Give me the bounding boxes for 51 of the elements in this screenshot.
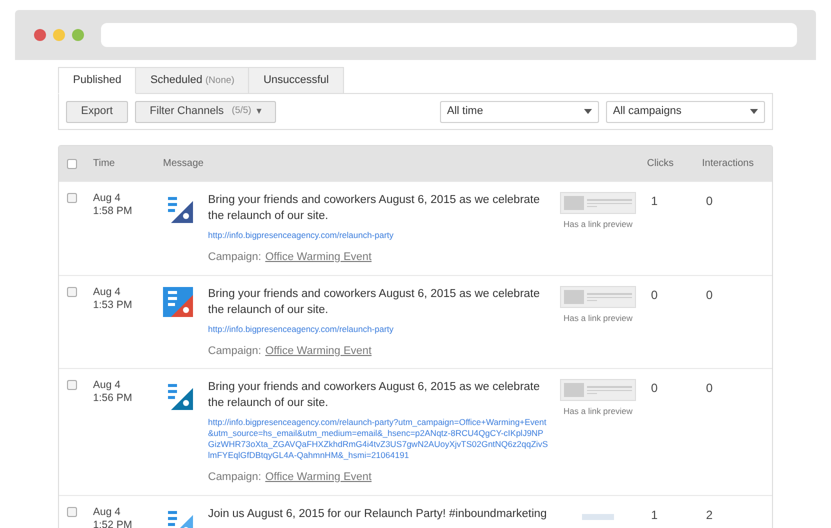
column-header: Time bbox=[93, 157, 116, 171]
post-date: Aug 4 bbox=[93, 192, 122, 205]
campaign-link[interactable]: Office Warming Event bbox=[265, 469, 372, 486]
post-link[interactable]: http://info.bigpresenceagency.com/relaunch-party bbox=[208, 324, 548, 334]
campaign-label: Campaign: bbox=[208, 470, 262, 485]
campaign-select[interactable]: All campaigns bbox=[606, 100, 765, 122]
post-date: Aug 4 bbox=[93, 379, 122, 392]
checkbox[interactable] bbox=[67, 158, 77, 168]
tab[interactable]: Scheduled (None) bbox=[135, 67, 250, 94]
filter-channels-button[interactable]: Filter Channels (5/5) ▾ bbox=[134, 100, 276, 122]
column-header: Message bbox=[163, 157, 205, 171]
interaction-count: 0 bbox=[706, 380, 714, 397]
checkbox[interactable] bbox=[67, 193, 77, 203]
preview-caption: Has a link preview bbox=[564, 218, 632, 231]
post-time: 1:56 PM bbox=[93, 392, 134, 405]
checkbox[interactable] bbox=[67, 286, 77, 296]
post-date: Aug 4 bbox=[93, 506, 122, 518]
click-count: 1 bbox=[651, 506, 659, 524]
post-message: Join us August 6, 2015 for our Relaunch Party! #inboundmarketing bbox=[208, 506, 548, 522]
post-message: Bring your friends and coworkers August 6, 2015 as we celebrate the relaunch of our site. bbox=[208, 193, 541, 224]
post-link[interactable]: http://info.bigpresenceagency.com/relaunch-party bbox=[208, 230, 548, 241]
column-header: Clicks bbox=[647, 157, 675, 171]
export-button[interactable]: Export bbox=[66, 100, 128, 122]
campaign-link[interactable]: Office Warming Event bbox=[265, 249, 372, 266]
tab[interactable]: Published bbox=[58, 67, 136, 94]
campaign-link[interactable]: Office Warming Event bbox=[265, 342, 372, 359]
preview-caption: Has a link preview bbox=[564, 312, 632, 324]
interaction-count: 0 bbox=[706, 286, 714, 304]
dropdown-caret-icon bbox=[750, 109, 758, 114]
checkbox[interactable] bbox=[67, 506, 77, 516]
post-time: 1:52 PM bbox=[93, 518, 134, 528]
column-header: Interactions bbox=[702, 157, 755, 171]
post-time: 1:53 PM bbox=[93, 298, 134, 312]
checkbox[interactable] bbox=[67, 380, 77, 390]
post-date: Aug 4 bbox=[93, 286, 122, 298]
click-count: 0 bbox=[651, 380, 659, 397]
click-count: 0 bbox=[651, 286, 659, 304]
preview-caption: Has a link preview bbox=[564, 405, 632, 418]
tab[interactable]: Unsuccessful bbox=[248, 67, 344, 94]
post-message: Bring your friends and coworkers August 6, 2015 as we celebrate the relaunch of our site. bbox=[208, 286, 541, 318]
time-select[interactable]: All time bbox=[440, 100, 599, 122]
campaign-label: Campaign: bbox=[208, 250, 262, 265]
post-time: 1:58 PM bbox=[93, 205, 134, 218]
image-thumbnail bbox=[582, 514, 614, 520]
post-message: Bring your friends and coworkers August 6, 2015 as we celebrate the relaunch of our site. bbox=[208, 380, 541, 411]
dropdown-caret-icon bbox=[584, 109, 592, 114]
click-count: 1 bbox=[651, 193, 659, 210]
interaction-count: 2 bbox=[706, 506, 714, 524]
post-link[interactable]: http://info.bigpresenceagency.com/relaunch-party?utm_campaign=Office+Warming+Event&utm_source=hs_email&utm_medium=email&_hsenc=p2ANqtz-8RCU4QgCY-cIKplJ9NPGizWHR73oXta_ZGAVQaFHXZkhdRmG4i4tvZ3US7gwN2AUoyXjvTS02GntNQ6z2qqZivSlmFYEqlGfDBtqyGL4A-QahmnHM&_hsmi=21064191 bbox=[208, 417, 548, 461]
interaction-count: 0 bbox=[706, 193, 714, 210]
campaign-label: Campaign: bbox=[208, 344, 262, 358]
